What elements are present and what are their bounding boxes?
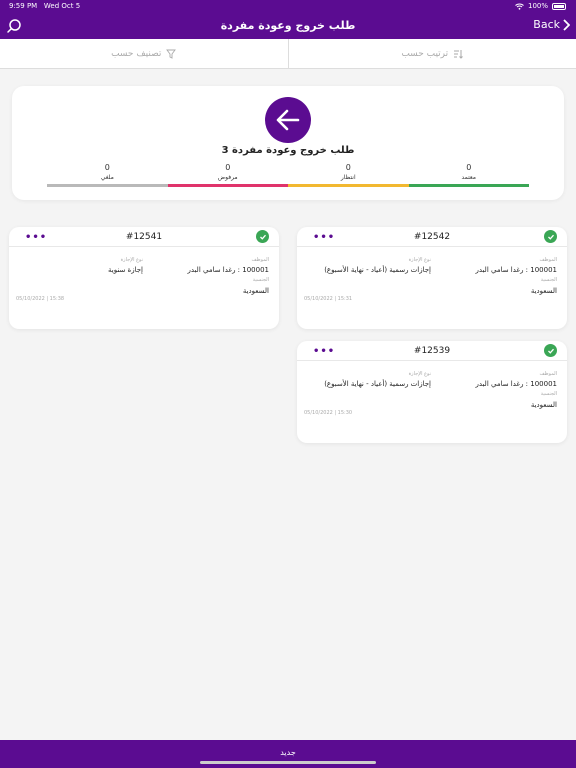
leave-type-label: نوع الإجازة xyxy=(408,371,431,377)
summary-arrow-button[interactable] xyxy=(265,97,311,143)
stat-bar xyxy=(167,184,288,187)
nationality-value: السعودية xyxy=(242,287,269,295)
arrow-left-icon xyxy=(276,109,300,131)
stat-label: معتمد xyxy=(461,174,477,181)
request-date: 05/10/2022 | 15:38 xyxy=(16,296,65,302)
employee-value: 100001 : رغدا سامي البدر xyxy=(475,380,557,388)
stat-approved[interactable]: 0 معتمد xyxy=(408,163,529,187)
page-title: طلب خروج وعودة مفردة xyxy=(220,19,356,32)
request-card[interactable]: ••• #12539 الموظف 100001 : رغدا سامي الب… xyxy=(297,341,567,443)
request-card[interactable]: ••• #12541 الموظف 100001 : رغدا سامي الب… xyxy=(9,227,279,329)
card-header: ••• #12541 xyxy=(9,227,279,247)
nationality-label: الجنسية xyxy=(252,277,269,283)
summary-card: 3 طلب خروج وعودة مفردة 0 ملغي 0 مرفوض 0 … xyxy=(12,86,564,200)
request-number: #12541 xyxy=(125,232,163,242)
nationality-value: السعودية xyxy=(530,401,557,409)
stat-label: مرفوض xyxy=(217,174,238,181)
stat-rejected[interactable]: 0 مرفوض xyxy=(167,163,288,187)
nationality-label: الجنسية xyxy=(540,277,557,283)
wifi-icon xyxy=(515,3,524,10)
classify-label: تصنيف حسب xyxy=(111,48,162,59)
check-icon xyxy=(256,230,269,243)
stat-count: 0 xyxy=(225,163,231,172)
battery-percent: 100% xyxy=(527,2,548,10)
stat-count: 0 xyxy=(104,163,110,172)
status-stats: 0 ملغي 0 مرفوض 0 انتظار 0 معتمد xyxy=(47,163,529,187)
card-header: ••• #12542 xyxy=(297,227,567,247)
sort-icon xyxy=(454,49,464,59)
leave-type-label: نوع الإجازة xyxy=(120,257,143,263)
sort-label: ترتيب حسب xyxy=(401,48,449,59)
leave-type-value: إجازة سنوية xyxy=(108,266,143,274)
status-date: Wed Oct 5 xyxy=(43,2,81,10)
request-date: 05/10/2022 | 15:31 xyxy=(304,296,353,302)
nav-bar: طلب خروج وعودة مفردة Back xyxy=(0,13,576,39)
stat-cancelled[interactable]: 0 ملغي xyxy=(47,163,168,187)
employee-label: الموظف xyxy=(251,257,269,263)
stat-bar xyxy=(47,184,168,187)
stat-bar xyxy=(408,184,529,187)
back-button[interactable]: Back xyxy=(533,18,570,31)
summary-title: 3 طلب خروج وعودة مفردة xyxy=(221,145,355,156)
status-bar: 9:59 PM Wed Oct 5 100% xyxy=(0,0,576,13)
status-time-date: 9:59 PM Wed Oct 5 xyxy=(9,2,80,10)
filter-icon xyxy=(166,49,177,59)
filter-bar: تصنيف حسب ترتيب حسب xyxy=(0,39,576,69)
stat-count: 0 xyxy=(345,163,351,172)
stat-label: ملغي xyxy=(100,174,114,181)
new-request-button[interactable]: جديد xyxy=(0,740,576,768)
employee-label: الموظف xyxy=(539,257,557,263)
request-number: #12539 xyxy=(413,346,451,356)
request-card[interactable]: ••• #12542 الموظف 100001 : رغدا سامي الب… xyxy=(297,227,567,329)
sort-by-button[interactable]: ترتيب حسب xyxy=(287,39,576,68)
leave-type-value: إجازات رسمية (أعياد - نهاية الأسبوع) xyxy=(324,380,431,388)
nationality-value: السعودية xyxy=(530,287,557,295)
stat-pending[interactable]: 0 انتظار xyxy=(288,163,409,187)
stat-bar xyxy=(288,184,409,187)
battery-icon xyxy=(552,2,566,10)
leave-type-label: نوع الإجازة xyxy=(408,257,431,263)
stat-count: 0 xyxy=(466,163,472,172)
employee-value: 100001 : رغدا سامي البدر xyxy=(475,266,557,274)
classify-by-button[interactable]: تصنيف حسب xyxy=(0,39,288,68)
back-label: Back xyxy=(533,18,560,31)
request-number: #12542 xyxy=(413,232,451,242)
employee-value: 100001 : رغدا سامي البدر xyxy=(187,266,269,274)
status-right: 100% xyxy=(515,2,566,10)
card-header: ••• #12539 xyxy=(297,341,567,361)
employee-label: الموظف xyxy=(539,371,557,377)
nationality-label: الجنسية xyxy=(540,391,557,397)
check-icon xyxy=(544,344,557,357)
leave-type-value: إجازات رسمية (أعياد - نهاية الأسبوع) xyxy=(324,266,431,274)
new-label: جديد xyxy=(280,748,296,757)
request-date: 05/10/2022 | 15:30 xyxy=(304,410,353,416)
stat-label: انتظار xyxy=(340,174,356,181)
status-time: 9:59 PM xyxy=(9,2,38,10)
check-icon xyxy=(544,230,557,243)
chevron-left-icon xyxy=(563,18,570,31)
home-indicator xyxy=(200,761,376,764)
